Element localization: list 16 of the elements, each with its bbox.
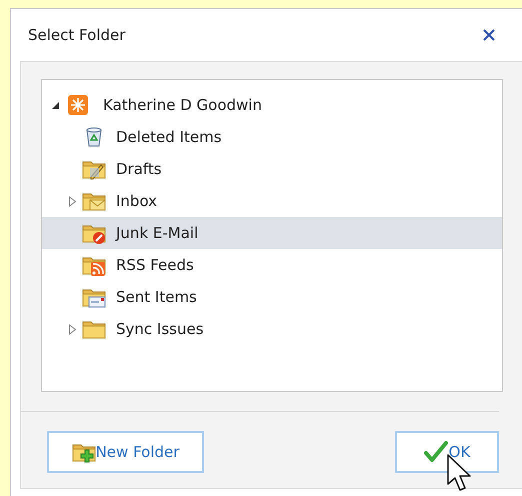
folder-name[interactable]: Deleted Items <box>116 126 222 148</box>
tree-item[interactable]: Katherine D Goodwin <box>103 94 262 116</box>
folder-name[interactable]: Sent Items <box>116 286 197 308</box>
folder-name[interactable]: Drafts <box>116 158 162 180</box>
window-title: Select Folder <box>28 24 126 46</box>
folder-name[interactable]: RSS Feeds <box>116 254 194 276</box>
folder-name[interactable]: Inbox <box>116 190 158 212</box>
expand-arrow-icon[interactable] <box>68 324 76 334</box>
collapse-arrow-icon[interactable] <box>50 100 60 110</box>
mailbox-icon <box>66 93 90 117</box>
selected-row-highlight[interactable]: Junk E-Mail <box>42 217 502 249</box>
checkmark-icon <box>424 440 448 464</box>
folder-name[interactable]: Sync Issues <box>116 318 204 340</box>
expand-arrow-icon[interactable] <box>68 196 76 206</box>
folder-name: Junk E-Mail <box>116 222 198 244</box>
new-folder-button[interactable]: New Folder <box>47 431 204 473</box>
